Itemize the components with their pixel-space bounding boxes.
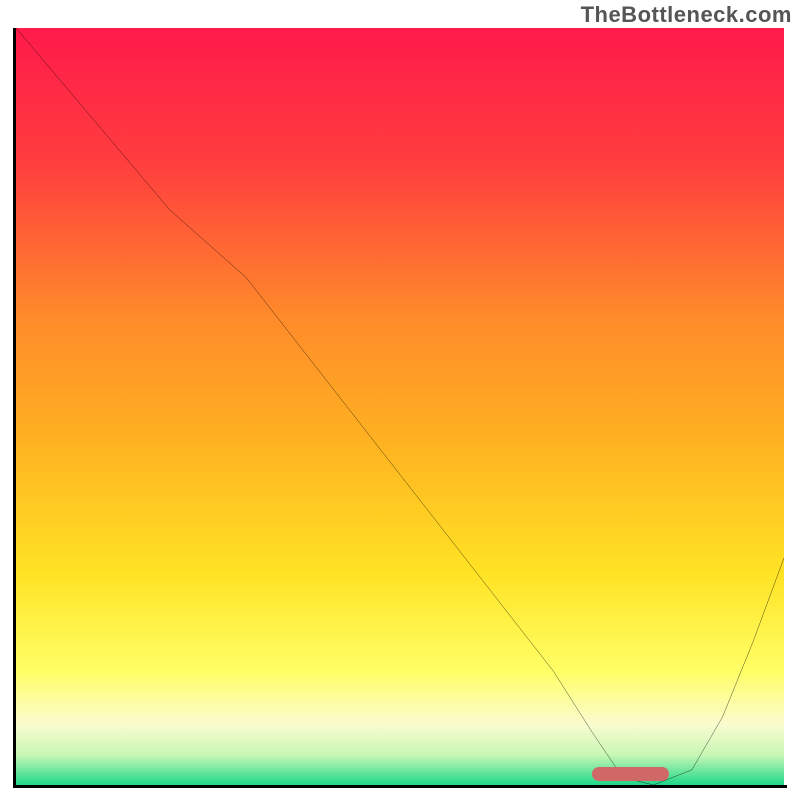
bottleneck-curve: [16, 28, 784, 785]
optimal-range-marker: [592, 767, 669, 781]
plot-area: [16, 28, 784, 785]
attribution-text: TheBottleneck.com: [581, 2, 792, 28]
